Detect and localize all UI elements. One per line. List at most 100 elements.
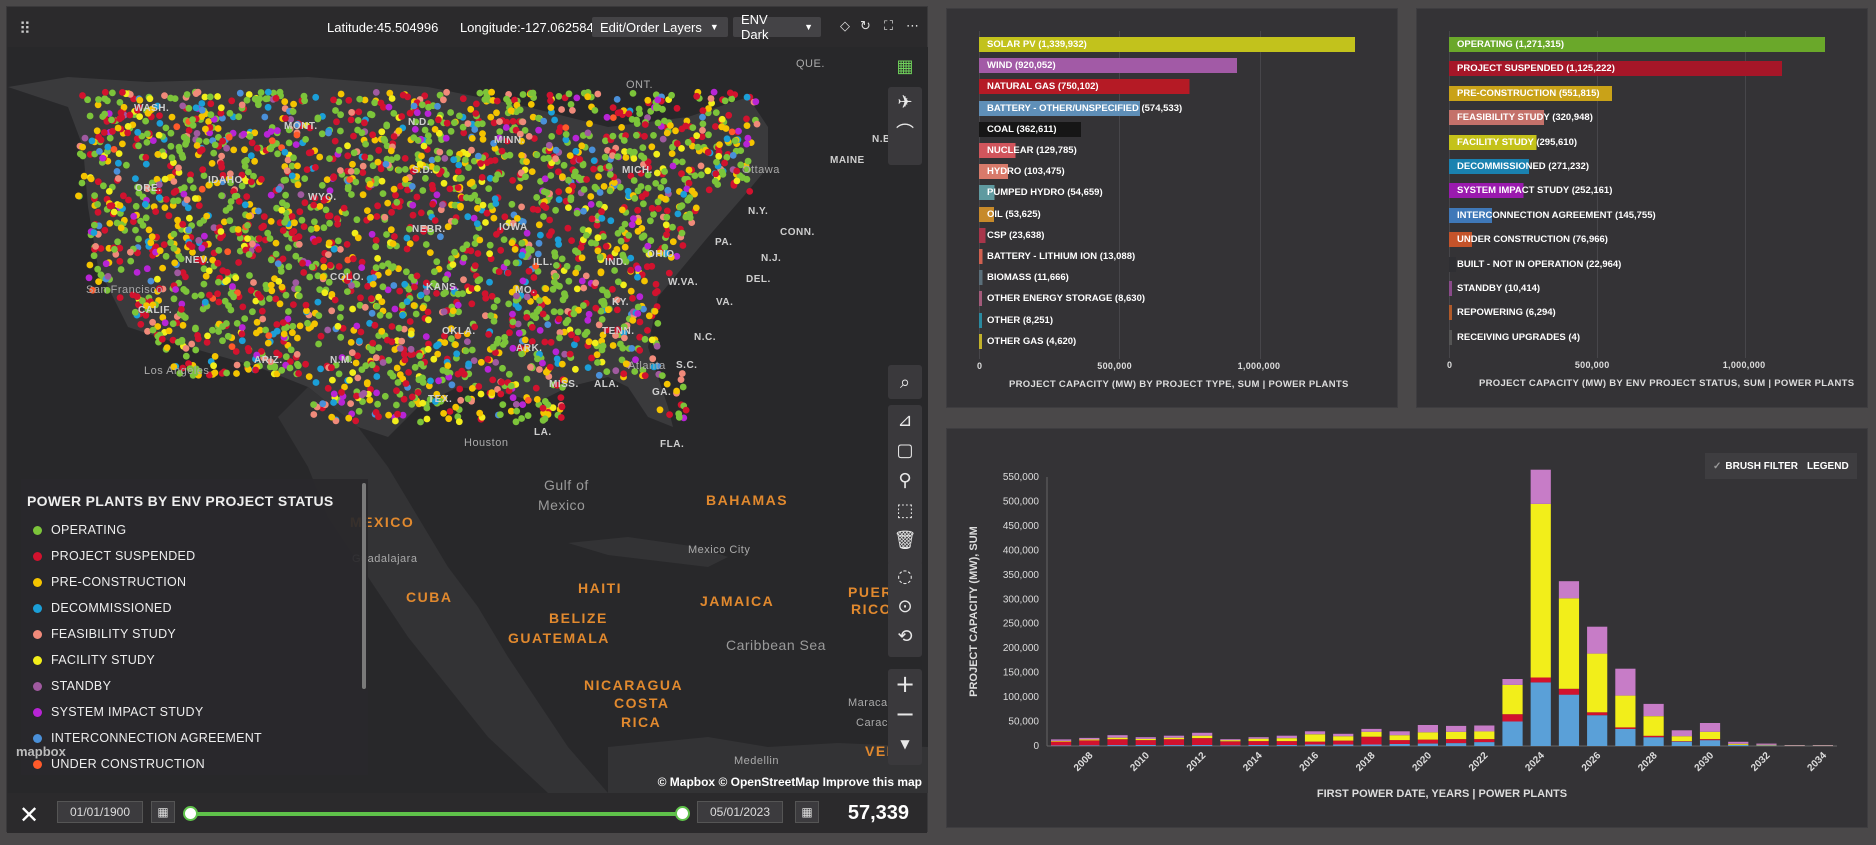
plant-dot[interactable] [142,154,150,161]
plant-dot[interactable] [441,339,449,346]
plant-dot[interactable] [565,186,573,194]
plant-dot[interactable] [547,338,555,346]
plant-dot[interactable] [368,361,376,369]
plant-dot[interactable] [660,177,668,185]
plant-dot[interactable] [390,282,398,289]
bar-segment[interactable] [1135,737,1156,739]
plant-dot[interactable] [428,181,436,189]
plant-dot[interactable] [353,216,361,224]
plant-dot[interactable] [262,95,270,103]
plant-dot[interactable] [116,257,124,265]
plant-dot[interactable] [149,326,157,334]
plant-dot[interactable] [378,177,386,185]
plant-dot[interactable] [169,320,177,328]
plant-dot[interactable] [377,99,385,107]
plant-dot[interactable] [693,92,701,100]
plant-dot[interactable] [258,307,266,315]
plant-dot[interactable] [214,290,222,298]
plant-dot[interactable] [476,409,484,417]
plant-dot[interactable] [661,168,668,175]
plant-dot[interactable] [381,392,389,400]
plant-dot[interactable] [101,88,109,96]
plant-dot[interactable] [330,96,337,104]
plant-dot[interactable] [489,376,497,384]
plant-dot[interactable] [281,148,289,156]
plant-dot[interactable] [641,277,648,285]
plant-dot[interactable] [583,232,590,239]
plant-dot[interactable] [255,235,263,243]
plant-dot[interactable] [91,192,98,200]
plant-dot[interactable] [379,283,387,291]
plant-dot[interactable] [712,170,720,178]
plant-dot[interactable] [267,145,275,153]
plant-dot[interactable] [125,196,132,204]
plant-dot[interactable] [233,361,241,369]
plant-dot[interactable] [288,229,296,237]
plant-dot[interactable] [389,240,397,248]
plant-dot[interactable] [97,136,105,144]
plant-dot[interactable] [476,89,484,97]
plant-dot[interactable] [645,312,653,320]
plant-dot[interactable] [378,128,386,136]
plant-dot[interactable] [617,237,625,245]
plant-dot[interactable] [326,261,334,269]
plant-dot[interactable] [451,218,459,226]
plant-dot[interactable] [224,248,232,256]
plant-dot[interactable] [303,166,311,173]
plant-dot[interactable] [465,360,472,368]
plant-dot[interactable] [560,161,568,169]
bar[interactable]: OTHER ENERGY STORAGE (8,630) [979,291,1355,307]
plant-dot[interactable] [628,116,636,123]
plant-dot[interactable] [172,286,180,293]
plant-dot[interactable] [725,111,733,119]
plant-dot[interactable] [451,119,458,127]
plant-dot[interactable] [454,184,462,192]
bar-segment[interactable] [1163,745,1185,746]
bar-segment[interactable] [1417,743,1438,746]
plant-dot[interactable] [267,218,275,225]
plant-dot[interactable] [628,345,636,352]
plant-dot[interactable] [598,346,606,354]
plant-dot[interactable] [508,200,516,208]
bar[interactable]: BATTERY - OTHER/UNSPECIFIED (574,533) [979,100,1355,116]
plant-dot[interactable] [215,298,223,306]
plant-dot[interactable] [584,364,592,371]
plant-dot[interactable] [678,370,686,377]
plant-dot[interactable] [388,338,396,346]
plant-dot[interactable] [286,364,294,372]
plant-dot[interactable] [110,208,118,216]
bar-segment[interactable] [1756,745,1777,747]
plant-dot[interactable] [189,184,197,192]
plant-dot[interactable] [620,370,628,378]
plant-dot[interactable] [374,255,381,262]
plant-dot[interactable] [218,152,226,160]
plant-dot[interactable] [247,287,255,294]
plant-dot[interactable] [358,264,366,271]
plant-dot[interactable] [192,90,200,97]
plant-dot[interactable] [155,194,163,202]
bar-segment[interactable] [1361,744,1382,747]
chevron-down-icon[interactable]: ▼ [888,729,922,759]
plant-dot[interactable] [477,390,485,398]
plant-dot[interactable] [630,177,638,184]
plant-dot[interactable] [719,171,727,178]
plant-dot[interactable] [328,307,336,315]
plant-dot[interactable] [354,234,362,242]
plant-dot[interactable] [283,167,291,175]
plant-dot[interactable] [546,91,554,99]
plant-dot[interactable] [684,196,692,204]
plant-dot[interactable] [447,109,454,116]
plant-dot[interactable] [282,291,290,299]
plant-dot[interactable] [652,280,660,288]
plant-dot[interactable] [279,199,286,207]
plant-dot[interactable] [392,191,399,199]
bar[interactable]: PROJECT SUSPENDED (1,125,222) [1449,61,1825,77]
plant-dot[interactable] [123,161,130,169]
plant-dot[interactable] [715,152,723,160]
plant-dot[interactable] [143,139,151,146]
bar-segment[interactable] [1079,740,1100,746]
map-canvas[interactable]: ONT. QUE. WASH. MONT. N.D. MINN. MAINE N.B. IDAH… [8,47,928,793]
plant-dot[interactable] [394,379,402,386]
plant-dot[interactable] [583,176,590,183]
bar-segment[interactable] [1163,737,1185,740]
